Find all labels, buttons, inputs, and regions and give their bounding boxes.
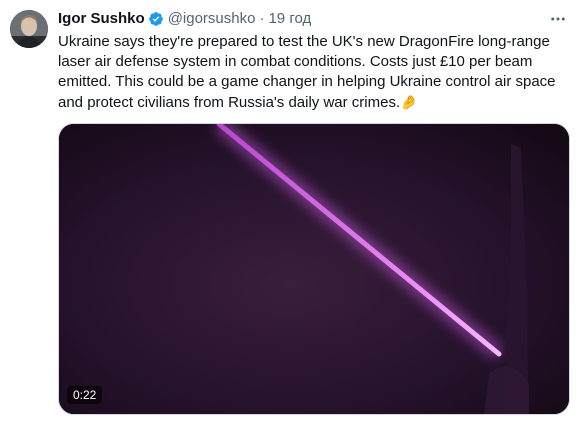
pinched-fingers-emoji: 🤌: [400, 94, 418, 110]
video-player[interactable]: 0:22: [58, 123, 570, 415]
ellipsis-icon[interactable]: [546, 10, 570, 28]
tweet-content: Igor Sushko @igorsushko · 19 год Ukraine…: [58, 10, 570, 113]
video-frame: [59, 124, 569, 414]
separator-dot: ·: [259, 10, 265, 27]
author-name[interactable]: Igor Sushko: [58, 10, 145, 28]
timestamp[interactable]: 19 год: [268, 10, 311, 28]
tweet[interactable]: Igor Sushko @igorsushko · 19 год Ukraine…: [0, 0, 584, 421]
avatar[interactable]: [10, 10, 48, 48]
tweet-text: Ukraine says they're prepared to test th…: [58, 32, 563, 113]
author-handle[interactable]: @igorsushko: [168, 10, 256, 28]
tweet-text-body: Ukraine says they're prepared to test th…: [58, 33, 556, 111]
verified-badge-icon: [148, 11, 164, 27]
avatar-image: [10, 10, 48, 48]
tweet-header: Igor Sushko @igorsushko · 19 год: [58, 10, 570, 28]
video-duration: 0:22: [67, 386, 103, 404]
